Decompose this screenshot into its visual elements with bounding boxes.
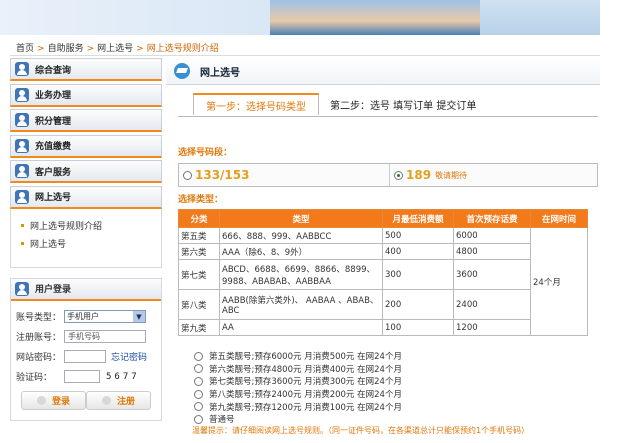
table-row: 第九类 AA 100 1200 bbox=[178, 319, 588, 336]
user-icon bbox=[15, 138, 29, 153]
breadcrumb: 首页 > 自助服务 > 网上选号 > 网上选号规则介绍 bbox=[16, 44, 219, 54]
main-panel: 网上选号 第一步：选择号码类型 第二步：选号 填写订单 提交订单 选择号码段： … bbox=[166, 58, 600, 443]
account-input[interactable]: 手机号码 bbox=[64, 330, 146, 344]
column-header: 月最低消费额 bbox=[382, 209, 454, 228]
captcha-input[interactable] bbox=[64, 370, 100, 384]
main-header: 网上选号 bbox=[166, 58, 600, 85]
account-type-label: 账号类型： bbox=[16, 313, 62, 324]
menu-item-points[interactable]: 积分管理 bbox=[10, 109, 162, 133]
account-label: 注册账号： bbox=[16, 333, 62, 344]
menu-item-customer-service[interactable]: 客户服务 bbox=[10, 160, 162, 184]
radio-icon[interactable] bbox=[183, 170, 192, 180]
segment-selector: 133/153 189 敬请期待 bbox=[178, 163, 598, 187]
menu-item-recharge[interactable]: 充值缴费 bbox=[10, 134, 162, 158]
login-button[interactable]: 登录 bbox=[21, 390, 86, 410]
user-icon bbox=[15, 87, 29, 102]
breadcrumb-divider bbox=[10, 55, 600, 56]
column-header: 在网时间 bbox=[530, 209, 588, 228]
submenu-item-rules[interactable]: 网上选号规则介绍 bbox=[21, 217, 161, 235]
user-icon bbox=[15, 164, 29, 179]
radio-icon[interactable] bbox=[194, 351, 203, 361]
bullet-icon bbox=[21, 224, 24, 228]
segment-option-189[interactable]: 189 敬请期待 bbox=[390, 164, 467, 186]
segment-option-133[interactable]: 133/153 bbox=[179, 164, 390, 186]
number-type-table: 分类 类型 月最低消费额 首次预存话费 在网时间 第五类 666、888、999… bbox=[178, 209, 588, 336]
segment-heading: 选择号码段： bbox=[178, 148, 233, 158]
login-panel: 用户登录 账号类型： 手机用户 ▼ 注册账号： 手机号码 网站密码： 忘记密码 验… bbox=[10, 277, 162, 421]
breadcrumb-home[interactable]: 首页 bbox=[16, 44, 34, 54]
option-class-9[interactable]: 第九类靓号;预存1200元 月消费100元 在网24个月 bbox=[194, 400, 402, 413]
tab-step-1[interactable]: 第一步：选择号码类型 bbox=[193, 93, 319, 115]
breadcrumb-self-service[interactable]: 自助服务 bbox=[48, 44, 84, 54]
submenu-item-select-number[interactable]: 网上选号 bbox=[21, 235, 161, 253]
user-icon bbox=[15, 189, 29, 204]
register-icon bbox=[101, 395, 111, 405]
column-header: 首次预存话费 bbox=[453, 209, 531, 228]
page-title: 网上选号 bbox=[200, 67, 240, 79]
type-heading: 选择类型： bbox=[178, 195, 224, 205]
step-tabs: 第一步：选择号码类型 第二步：选号 填写订单 提交订单 bbox=[178, 92, 598, 117]
banner-decoration bbox=[480, 0, 600, 35]
login-header: 用户登录 bbox=[11, 278, 161, 301]
globe-icon bbox=[174, 63, 190, 79]
top-banner bbox=[0, 0, 600, 35]
user-icon bbox=[15, 62, 29, 76]
tab-step-2[interactable]: 第二步：选号 填写订单 提交订单 bbox=[330, 97, 476, 112]
radio-selected-icon[interactable] bbox=[394, 170, 403, 180]
bullet-icon bbox=[21, 242, 24, 246]
online-time-cell: 24个月 bbox=[530, 227, 588, 336]
banner-photo bbox=[270, 0, 480, 35]
captcha-label: 验证码： bbox=[16, 373, 53, 384]
option-class-8[interactable]: 第八类靓号;预存2400元 月消费200元 在网24个月 bbox=[194, 388, 402, 401]
column-header: 分类 bbox=[178, 209, 220, 228]
table-row: 第五类 666、888、999、AABBCC 500 6000 24个月 bbox=[178, 227, 588, 336]
table-row: 第六类 AAA（除6、8、9外） 400 4800 bbox=[178, 243, 588, 260]
table-row: 第七类 ABCD、6688、6699、8866、8899、9988、ABABAB… bbox=[178, 259, 588, 290]
login-icon bbox=[36, 395, 46, 405]
option-class-7[interactable]: 第七类靓号;预存3600元 月消费300元 在网24个月 bbox=[194, 375, 402, 388]
number-type-options: 第五类靓号;预存6000元 月消费500元 在网24个月 第六类靓号;预存480… bbox=[194, 350, 402, 426]
column-header: 类型 bbox=[219, 209, 383, 228]
radio-icon[interactable] bbox=[194, 389, 203, 399]
submenu: 网上选号规则介绍 网上选号 bbox=[10, 208, 162, 268]
menu-item-number-selection[interactable]: 网上选号 bbox=[10, 185, 162, 209]
table-row: 第八类 AABB(除第六类外)、 AABAA 、ABAB、ABC 200 240… bbox=[178, 289, 588, 320]
radio-icon[interactable] bbox=[194, 402, 203, 412]
captcha-image[interactable]: 5677 bbox=[106, 372, 140, 382]
sidebar: 综合查询 业务办理 积分管理 充值缴费 客户服务 网上选号 网上选号规则介绍 网… bbox=[10, 58, 162, 421]
option-regular[interactable]: 普通号 bbox=[194, 413, 402, 426]
register-button[interactable]: 注册 bbox=[86, 390, 151, 410]
option-class-5[interactable]: 第五类靓号;预存6000元 月消费500元 在网24个月 bbox=[194, 350, 402, 363]
forgot-password-link[interactable]: 忘记密码 bbox=[111, 350, 147, 363]
user-icon bbox=[15, 281, 29, 296]
account-type-select[interactable]: 手机用户 ▼ bbox=[64, 310, 146, 324]
chevron-down-icon[interactable]: ▼ bbox=[133, 311, 145, 323]
table-header-row: 分类 类型 月最低消费额 首次预存话费 在网时间 bbox=[178, 209, 588, 228]
password-input[interactable] bbox=[64, 350, 106, 364]
radio-icon[interactable] bbox=[194, 364, 203, 374]
user-icon bbox=[15, 113, 29, 128]
option-class-6[interactable]: 第六类靓号;预存4800元 月消费400元 在网24个月 bbox=[194, 363, 402, 376]
radio-icon[interactable] bbox=[194, 414, 203, 424]
breadcrumb-number-selection[interactable]: 网上选号 bbox=[97, 44, 133, 54]
radio-icon[interactable] bbox=[194, 376, 203, 386]
warm-tip: 温馨提示：请仔细阅读网上选号规则。（同一证件号码，在各渠道总计只能保预约1个手机… bbox=[192, 426, 530, 435]
breadcrumb-current: 网上选号规则介绍 bbox=[146, 44, 219, 54]
menu-item-business[interactable]: 业务办理 bbox=[10, 83, 162, 107]
menu-item-general-query[interactable]: 综合查询 bbox=[10, 58, 162, 81]
password-label: 网站密码： bbox=[16, 353, 62, 364]
